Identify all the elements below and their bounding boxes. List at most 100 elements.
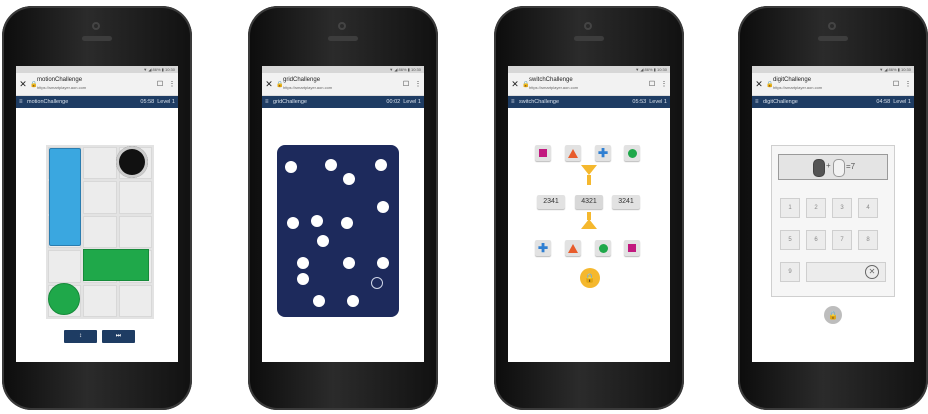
- dot-board[interactable]: [277, 145, 399, 317]
- symbol-triangle-button[interactable]: [565, 145, 581, 161]
- option-number[interactable]: 3241: [612, 195, 640, 209]
- status-bar: ▼ ◢ 86% ▮ 10:30: [508, 66, 670, 73]
- digit-slot-filled[interactable]: [813, 159, 825, 177]
- square-icon: [539, 149, 547, 157]
- dot[interactable]: [325, 159, 337, 171]
- bookmark-icon[interactable]: ☐: [646, 80, 658, 88]
- key-8[interactable]: 8: [858, 230, 878, 250]
- menu-icon[interactable]: ≡: [755, 99, 763, 105]
- menu-icon[interactable]: ≡: [265, 99, 273, 105]
- dot[interactable]: [347, 295, 359, 307]
- lock-button[interactable]: 🔒: [580, 268, 600, 288]
- status-bar: ▼ ◢ 86% ▮ 10:30: [752, 66, 914, 73]
- camera: [584, 22, 592, 30]
- close-icon[interactable]: ✕: [16, 79, 30, 90]
- result-plus-button[interactable]: ✚: [535, 240, 551, 256]
- green-block[interactable]: [83, 249, 149, 281]
- camera: [92, 22, 100, 30]
- funnel-top-icon: [581, 165, 597, 175]
- result-triangle-button[interactable]: [565, 240, 581, 256]
- symbol-plus-button[interactable]: ✚: [595, 145, 611, 161]
- dot-empty[interactable]: [371, 277, 383, 289]
- key-1[interactable]: 1: [780, 198, 800, 218]
- option-number[interactable]: 2341: [537, 195, 565, 209]
- key-9[interactable]: 9: [780, 262, 800, 282]
- close-icon[interactable]: ✕: [752, 79, 766, 90]
- more-icon[interactable]: ⋮: [658, 80, 670, 88]
- status-bar: ▼ ◢ 86% ▮ 10:30: [262, 66, 424, 73]
- dot[interactable]: [297, 273, 309, 285]
- speaker: [328, 36, 358, 41]
- symbol-circle-button[interactable]: [624, 145, 640, 161]
- close-icon[interactable]: ✕: [508, 79, 522, 90]
- lock-icon: 🔒: [522, 81, 530, 88]
- dot[interactable]: [341, 217, 353, 229]
- timer: 05:58: [140, 99, 155, 105]
- symbol-square-button[interactable]: [535, 145, 551, 161]
- dot[interactable]: [313, 295, 325, 307]
- screen: ▼ ◢ 86% ▮ 10:30 ✕ 🔒 digitChallenge https:…: [752, 66, 914, 362]
- bookmark-icon[interactable]: ☐: [154, 80, 166, 88]
- key-3[interactable]: 3: [832, 198, 852, 218]
- lock-icon: 🔒: [30, 81, 38, 88]
- more-icon[interactable]: ⋮: [166, 80, 178, 88]
- blue-block[interactable]: [49, 148, 81, 246]
- screen: ▼ ◢ 86% ▮ 10:30 ✕ 🔒 gridChallenge https:/…: [262, 66, 424, 362]
- clear-button[interactable]: ✕: [806, 262, 886, 282]
- timer: 04:58: [876, 99, 891, 105]
- app-nav: ≡ digitChallenge 04:58 Level 1: [752, 96, 914, 108]
- screen: ▼ ◢ 86% ▮ 10:30 ✕ 🔒 motionChallenge https…: [16, 66, 178, 362]
- more-icon[interactable]: ⋮: [412, 80, 424, 88]
- black-ball[interactable]: [116, 146, 148, 178]
- option-number[interactable]: 4321: [575, 195, 603, 209]
- close-icon[interactable]: ✕: [262, 79, 276, 90]
- menu-icon[interactable]: ≡: [511, 99, 519, 105]
- key-2[interactable]: 2: [806, 198, 826, 218]
- dot[interactable]: [375, 159, 387, 171]
- phone-digit: ▼ ◢ 86% ▮ 10:30 ✕ 🔒 digitChallenge https:…: [738, 6, 928, 410]
- result-circle-button[interactable]: [595, 240, 611, 256]
- dot[interactable]: [343, 173, 355, 185]
- lock-icon: 🔒: [766, 81, 774, 88]
- url: https://smartplayer.aon.com: [529, 84, 579, 90]
- result-square-button[interactable]: [624, 240, 640, 256]
- triangle-icon: [568, 243, 578, 253]
- dot[interactable]: [377, 201, 389, 213]
- digit-slot-empty[interactable]: [833, 159, 845, 177]
- more-icon[interactable]: ⋮: [902, 80, 914, 88]
- circle-icon: [627, 148, 637, 158]
- browser-bar: ✕ 🔒 gridChallenge https://smartplayer.aon…: [262, 73, 424, 96]
- nav-title: motionChallenge: [27, 99, 69, 105]
- nav-title: gridChallenge: [273, 99, 307, 105]
- key-7[interactable]: 7: [832, 230, 852, 250]
- funnel-bottom-icon: [581, 219, 597, 229]
- plus-icon: ✚: [537, 241, 549, 255]
- dot[interactable]: [311, 215, 323, 227]
- lock-button[interactable]: 🔒: [824, 306, 842, 324]
- triangle-icon: [568, 148, 578, 158]
- green-ball[interactable]: [48, 283, 80, 315]
- dot[interactable]: [297, 257, 309, 269]
- swap-button[interactable]: ↕: [64, 330, 97, 343]
- lock-icon: 🔒: [276, 81, 284, 88]
- dot[interactable]: [343, 257, 355, 269]
- bookmark-icon[interactable]: ☐: [890, 80, 902, 88]
- key-6[interactable]: 6: [806, 230, 826, 250]
- app-nav: ≡ switchChallenge 05:53 Level 1: [508, 96, 670, 108]
- skip-button[interactable]: ⏭: [102, 330, 135, 343]
- key-4[interactable]: 4: [858, 198, 878, 218]
- browser-bar: ✕ 🔒 digitChallenge https://smartplayer.ao…: [752, 73, 914, 96]
- level: Level 1: [157, 99, 175, 105]
- dot[interactable]: [285, 161, 297, 173]
- dot[interactable]: [287, 217, 299, 229]
- dot[interactable]: [317, 235, 329, 247]
- menu-icon[interactable]: ≡: [19, 99, 27, 105]
- dot[interactable]: [377, 257, 389, 269]
- app-nav: ≡ motionChallenge 05:58 Level 1: [16, 96, 178, 108]
- timer: 00:02: [386, 99, 401, 105]
- bookmark-icon[interactable]: ☐: [400, 80, 412, 88]
- tab-title: gridChallenge: [283, 76, 321, 83]
- key-5[interactable]: 5: [780, 230, 800, 250]
- tab-title: digitChallenge: [773, 76, 812, 83]
- phone-switch: ▼ ◢ 86% ▮ 10:30 ✕ 🔒 switchChallenge https…: [494, 6, 684, 410]
